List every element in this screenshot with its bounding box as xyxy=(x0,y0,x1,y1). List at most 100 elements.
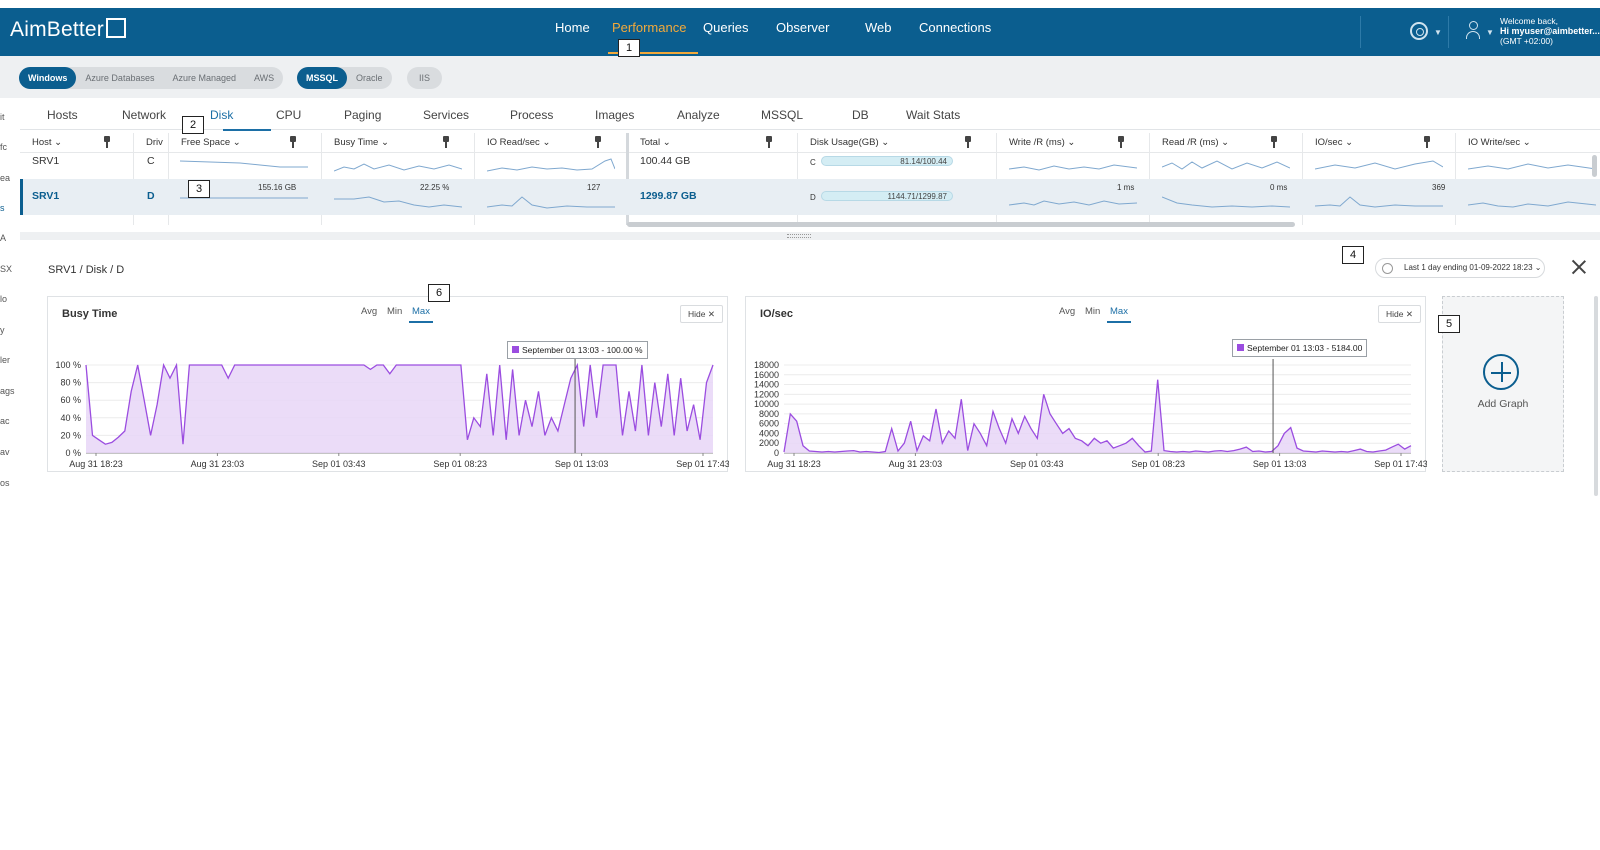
sidebar-fragment[interactable]: ags xyxy=(0,386,15,396)
sparkline-read xyxy=(1162,196,1290,208)
cell-read: 0 ms xyxy=(1270,183,1288,192)
y-tick-label: 8000 xyxy=(759,409,779,419)
callout-2: 2 xyxy=(182,116,204,134)
tab-network[interactable]: Network xyxy=(122,108,166,122)
callout-1: 1 xyxy=(618,39,640,57)
pin-icon[interactable] xyxy=(289,136,297,148)
cell-total: 100.44 GB xyxy=(640,155,691,167)
pin-icon[interactable] xyxy=(1270,136,1278,148)
filter-oracle[interactable]: Oracle xyxy=(347,67,392,89)
tab-process[interactable]: Process xyxy=(510,108,553,122)
col-header-free-space[interactable]: Free Space ⌄ xyxy=(181,137,241,148)
date-range-select[interactable]: Last 1 day ending 01-09-2022 18:23 ⌄ xyxy=(1375,258,1545,278)
pin-icon[interactable] xyxy=(103,136,111,148)
tab-disk[interactable]: Disk xyxy=(210,108,233,122)
tab-db[interactable]: DB xyxy=(852,108,869,122)
table-row[interactable]: SRV1 C 100.44 GB C 81.14/100.44 xyxy=(20,153,1600,179)
cell-drive: C xyxy=(147,155,155,167)
col-header-total[interactable]: Total ⌄ xyxy=(640,137,671,148)
chevron-down-icon: ▼ xyxy=(1486,28,1494,37)
nav-observer[interactable]: Observer xyxy=(776,20,829,35)
sidebar-fragment-active[interactable]: s xyxy=(0,203,5,213)
nav-connections[interactable]: Connections xyxy=(919,20,991,35)
sparkline-io-sec xyxy=(1315,196,1443,208)
pin-icon[interactable] xyxy=(442,136,450,148)
nav-web[interactable]: Web xyxy=(865,20,892,35)
horizontal-scrollbar[interactable] xyxy=(627,222,1295,227)
io-sec-chart[interactable]: 0200040006000800010000120001400016000180… xyxy=(746,297,1427,473)
sparkline-read xyxy=(1162,160,1290,170)
tab-hosts[interactable]: Hosts xyxy=(47,108,78,122)
close-icon[interactable] xyxy=(1572,260,1586,274)
tab-analyze[interactable]: Analyze xyxy=(677,108,720,122)
col-header-host[interactable]: Host ⌄ xyxy=(32,137,62,148)
pin-icon[interactable] xyxy=(594,136,602,148)
sidebar-fragment[interactable]: SX xyxy=(0,264,12,274)
selection-indicator xyxy=(20,179,23,215)
left-sidebar-partial: it fc ea s A SX lo y ler ags ac av os xyxy=(0,60,15,510)
tab-wait-stats[interactable]: Wait Stats xyxy=(906,108,960,122)
sidebar-fragment[interactable]: ea xyxy=(0,173,10,183)
sidebar-fragment[interactable]: it xyxy=(0,112,5,122)
tab-services[interactable]: Services xyxy=(423,108,469,122)
splitter-grip-icon[interactable] xyxy=(787,234,811,238)
platform-filter: Windows Azure Databases Azure Managed AW… xyxy=(19,67,284,89)
sidebar-fragment[interactable]: os xyxy=(0,478,10,488)
x-tick-label: Sep 01 08:23 xyxy=(433,459,487,469)
tab-mssql[interactable]: MSSQL xyxy=(761,108,803,122)
col-header-write[interactable]: Write /R (ms) ⌄ xyxy=(1009,137,1075,148)
pin-icon[interactable] xyxy=(964,136,972,148)
tab-images[interactable]: Images xyxy=(595,108,634,122)
user-timezone: (GMT +02:00) xyxy=(1500,36,1553,46)
col-header-io-write[interactable]: IO Write/sec ⌄ xyxy=(1468,137,1531,148)
series-area xyxy=(784,379,1411,453)
page-scrollbar[interactable] xyxy=(1594,296,1598,496)
filter-iis[interactable]: IIS xyxy=(407,67,442,89)
filter-azure-databases[interactable]: Azure Databases xyxy=(76,67,163,89)
nav-home[interactable]: Home xyxy=(555,20,590,35)
pin-icon[interactable] xyxy=(1423,136,1431,148)
x-tick-label: Sep 01 03:43 xyxy=(312,459,366,469)
vertical-scrollbar[interactable] xyxy=(1592,155,1597,177)
nav-performance[interactable]: Performance xyxy=(612,20,686,35)
filter-azure-managed[interactable]: Azure Managed xyxy=(163,67,245,89)
resource-tabs: Hosts Network Disk CPU Paging Services P… xyxy=(20,100,1600,131)
cell-usage-drive: D xyxy=(810,193,816,202)
gear-icon[interactable] xyxy=(1410,22,1428,40)
col-header-read[interactable]: Read /R (ms) ⌄ xyxy=(1162,137,1229,148)
user-welcome[interactable]: Welcome back, Hi myuser@aimbetter.... (G… xyxy=(1500,16,1600,46)
col-header-drive[interactable]: Driv xyxy=(146,137,163,148)
add-graph-button[interactable]: Add Graph xyxy=(1442,296,1564,472)
cell-free-space: 155.16 GB xyxy=(258,183,297,192)
filter-aws[interactable]: AWS xyxy=(245,67,283,89)
col-header-disk-usage[interactable]: Disk Usage(GB) ⌄ xyxy=(810,137,889,148)
sparkline-io-sec xyxy=(1315,160,1443,170)
sidebar-fragment[interactable]: ler xyxy=(0,355,10,365)
y-tick-label: 6000 xyxy=(759,419,779,429)
sidebar-fragment[interactable]: av xyxy=(0,447,10,457)
col-header-busy-time[interactable]: Busy Time ⌄ xyxy=(334,137,389,148)
sparkline-write xyxy=(1009,200,1137,206)
sidebar-fragment[interactable]: lo xyxy=(0,294,7,304)
col-header-io-read[interactable]: IO Read/sec ⌄ xyxy=(487,137,550,148)
sparkline-io-read xyxy=(487,196,615,209)
tab-cpu[interactable]: CPU xyxy=(276,108,301,122)
filter-windows[interactable]: Windows xyxy=(19,67,77,89)
busy-time-chart[interactable]: 0 % 20 % 40 % 60 % 80 % 100 % Aug 31 18:23 Aug … xyxy=(48,297,729,473)
x-tick-label: Aug 31 23:03 xyxy=(889,459,943,469)
chevron-down-icon: ▼ xyxy=(1434,28,1442,37)
filter-mssql[interactable]: MSSQL xyxy=(297,67,348,89)
pin-icon[interactable] xyxy=(1117,136,1125,148)
grid-header: Host ⌄ Driv Free Space ⌄ Busy Time ⌄ IO … xyxy=(20,133,1600,153)
table-row-selected[interactable]: SRV1 D 155.16 GB 22.25 % 127 1299.87 GB … xyxy=(20,179,1600,215)
sidebar-fragment[interactable]: fc xyxy=(0,142,7,152)
sidebar-fragment[interactable]: ac xyxy=(0,416,10,426)
pin-icon[interactable] xyxy=(765,136,773,148)
nav-queries[interactable]: Queries xyxy=(703,20,749,35)
sidebar-fragment[interactable]: y xyxy=(0,325,5,335)
sidebar-fragment[interactable]: A xyxy=(0,233,6,243)
col-header-io-sec[interactable]: IO/sec ⌄ xyxy=(1315,137,1353,148)
user-icon[interactable] xyxy=(1466,21,1480,41)
tab-paging[interactable]: Paging xyxy=(344,108,381,122)
clock-icon xyxy=(1382,263,1393,274)
